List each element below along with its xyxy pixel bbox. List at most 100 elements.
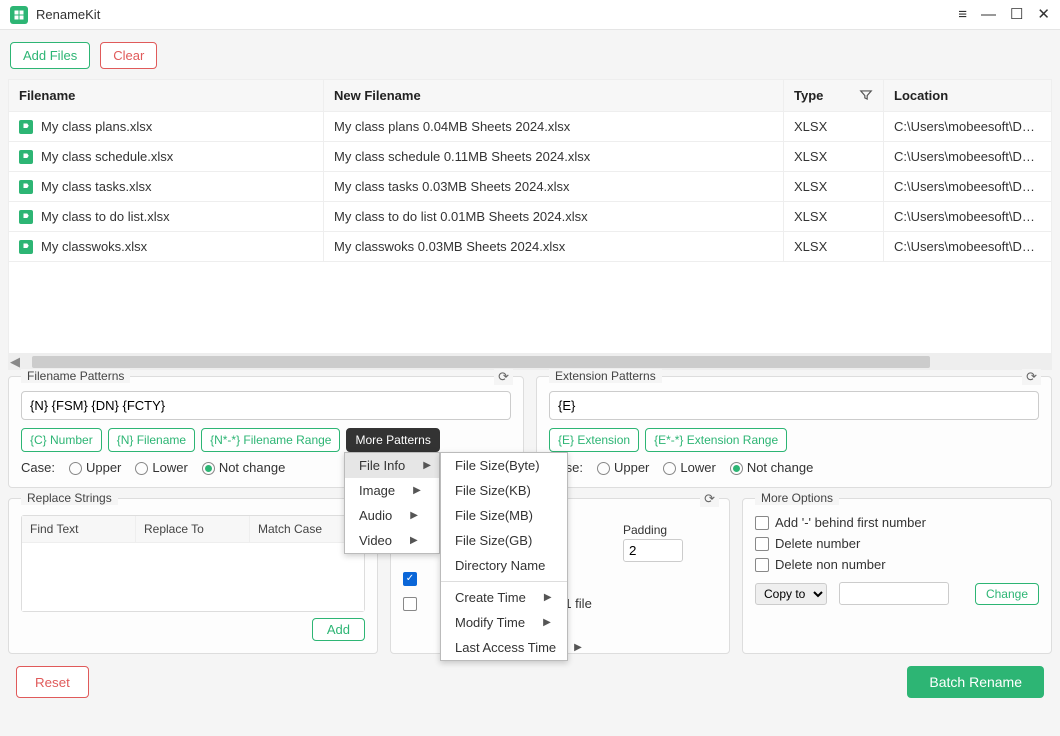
ext-case-lower[interactable]: Lower bbox=[663, 460, 715, 475]
chip-filename-range[interactable]: {N*-*} Filename Range bbox=[201, 428, 340, 452]
more-options-panel: More Options Add '-' behind first number… bbox=[742, 498, 1052, 654]
menu-icon[interactable]: ≡ bbox=[958, 7, 967, 22]
padding-input[interactable] bbox=[623, 539, 683, 562]
minimize-icon[interactable]: — bbox=[981, 7, 996, 22]
copy-to-select[interactable]: Copy to bbox=[755, 583, 827, 605]
filename-pattern-input[interactable] bbox=[21, 391, 511, 420]
menu-file-size-gb[interactable]: File Size(GB) bbox=[441, 528, 567, 553]
cell-filename: My class schedule.xlsx bbox=[41, 149, 173, 164]
chip-c-number[interactable]: {C} Number bbox=[21, 428, 102, 452]
copy-to-path-input[interactable] bbox=[839, 582, 949, 605]
reset-button[interactable]: Reset bbox=[16, 666, 89, 698]
cell-new-filename: My class plans 0.04MB Sheets 2024.xlsx bbox=[324, 112, 784, 142]
cell-type: XLSX bbox=[784, 202, 884, 232]
app-icon bbox=[10, 6, 28, 24]
col-filename[interactable]: Filename bbox=[9, 80, 324, 112]
chip-e-extension[interactable]: {E} Extension bbox=[549, 428, 639, 452]
add-files-button[interactable]: Add Files bbox=[10, 42, 90, 69]
close-icon[interactable]: ✕ bbox=[1037, 7, 1050, 22]
col-replace-to: Replace To bbox=[136, 516, 250, 542]
menu-modify-time[interactable]: Modify Time▶ bbox=[441, 610, 567, 635]
cell-type: XLSX bbox=[784, 112, 884, 142]
cell-location: C:\Users\mobeesoft\Desktop\ bbox=[884, 172, 1052, 202]
col-location[interactable]: Location bbox=[884, 80, 1052, 112]
checkbox-on[interactable] bbox=[403, 572, 417, 586]
clear-button[interactable]: Clear bbox=[100, 42, 157, 69]
file-table: Filename New Filename Type Location My c… bbox=[8, 79, 1052, 262]
cell-location: C:\Users\mobeesoft\Desktop\ bbox=[884, 202, 1052, 232]
titlebar: RenameKit ≡ — ☐ ✕ bbox=[0, 0, 1060, 30]
table-row[interactable]: My class to do list.xlsxMy class to do l… bbox=[9, 202, 1052, 232]
extension-patterns-panel: Extension Patterns ⟳ {E} Extension {E*-*… bbox=[536, 376, 1052, 488]
menu-directory-name[interactable]: Directory Name bbox=[441, 553, 567, 578]
file-info-submenu: File Size(Byte) File Size(KB) File Size(… bbox=[440, 452, 568, 661]
menu-file-size-mb[interactable]: File Size(MB) bbox=[441, 503, 567, 528]
panel-title: Extension Patterns bbox=[549, 369, 662, 383]
col-find-text: Find Text bbox=[22, 516, 136, 542]
menu-audio[interactable]: Audio▶ bbox=[345, 503, 439, 528]
replace-list[interactable] bbox=[22, 543, 364, 611]
more-patterns-button[interactable]: More Patterns bbox=[346, 428, 439, 452]
ext-case-not-change[interactable]: Not change bbox=[730, 460, 814, 475]
maximize-icon[interactable]: ☐ bbox=[1010, 7, 1023, 22]
panel-title: Replace Strings bbox=[21, 491, 118, 505]
hscrollbar[interactable]: ◀ bbox=[8, 354, 1052, 370]
xlsx-icon bbox=[19, 180, 33, 194]
app-title: RenameKit bbox=[36, 7, 100, 22]
checkbox[interactable] bbox=[403, 597, 417, 611]
more-patterns-menu: File Info▶ Image▶ Audio▶ Video▶ bbox=[344, 452, 440, 554]
batch-rename-button[interactable]: Batch Rename bbox=[907, 666, 1044, 698]
case-lower[interactable]: Lower bbox=[135, 460, 187, 475]
refresh-icon[interactable]: ⟳ bbox=[1022, 369, 1041, 385]
case-label: Case: bbox=[21, 460, 55, 475]
xlsx-icon bbox=[19, 240, 33, 254]
change-button[interactable]: Change bbox=[975, 583, 1039, 605]
panel-title: More Options bbox=[755, 491, 839, 505]
cell-new-filename: My class schedule 0.11MB Sheets 2024.xls… bbox=[324, 142, 784, 172]
opt-add-dash-label: Add '-' behind first number bbox=[775, 515, 926, 530]
table-row[interactable]: My classwoks.xlsxMy classwoks 0.03MB She… bbox=[9, 232, 1052, 262]
cell-location: C:\Users\mobeesoft\Desktop\ bbox=[884, 142, 1052, 172]
chip-extension-range[interactable]: {E*-*} Extension Range bbox=[645, 428, 787, 452]
case-not-change[interactable]: Not change bbox=[202, 460, 286, 475]
menu-video[interactable]: Video▶ bbox=[345, 528, 439, 553]
menu-image[interactable]: Image▶ bbox=[345, 478, 439, 503]
filter-icon[interactable] bbox=[859, 88, 873, 102]
menu-file-size-kb[interactable]: File Size(KB) bbox=[441, 478, 567, 503]
cell-new-filename: My class to do list 0.01MB Sheets 2024.x… bbox=[324, 202, 784, 232]
opt-delete-non-number-checkbox[interactable] bbox=[755, 558, 769, 572]
cell-filename: My classwoks.xlsx bbox=[41, 239, 147, 254]
chip-n-filename[interactable]: {N} Filename bbox=[108, 428, 195, 452]
col-new-filename[interactable]: New Filename bbox=[324, 80, 784, 112]
case-upper[interactable]: Upper bbox=[69, 460, 121, 475]
menu-last-access-time[interactable]: Last Access Time▶ bbox=[441, 635, 567, 660]
opt-delete-number-label: Delete number bbox=[775, 536, 860, 551]
col-type-label: Type bbox=[794, 88, 823, 103]
cell-type: XLSX bbox=[784, 142, 884, 172]
toolbar: Add Files Clear bbox=[0, 30, 1060, 79]
panel-title: Filename Patterns bbox=[21, 369, 130, 383]
extension-pattern-input[interactable] bbox=[549, 391, 1039, 420]
padding-label: Padding bbox=[623, 523, 717, 537]
table-row[interactable]: My class tasks.xlsxMy class tasks 0.03MB… bbox=[9, 172, 1052, 202]
menu-file-info[interactable]: File Info▶ bbox=[345, 453, 439, 478]
replace-strings-panel: Replace Strings Find Text Replace To Mat… bbox=[8, 498, 378, 654]
refresh-icon[interactable]: ⟳ bbox=[700, 491, 719, 507]
cell-filename: My class plans.xlsx bbox=[41, 119, 152, 134]
xlsx-icon bbox=[19, 120, 33, 134]
opt-add-dash-checkbox[interactable] bbox=[755, 516, 769, 530]
col-type[interactable]: Type bbox=[784, 80, 884, 112]
ext-case-upper[interactable]: Upper bbox=[597, 460, 649, 475]
table-row[interactable]: My class schedule.xlsx My class schedule … bbox=[9, 142, 1052, 172]
cell-location: C:\Users\mobeesoft\Desktop\ bbox=[884, 112, 1052, 142]
cell-location: C:\Users\mobeesoft\Desktop\ bbox=[884, 232, 1052, 262]
refresh-icon[interactable]: ⟳ bbox=[494, 369, 513, 385]
add-replace-button[interactable]: Add bbox=[312, 618, 365, 641]
xlsx-icon bbox=[19, 150, 33, 164]
table-row[interactable]: My class plans.xlsx My class plans 0.04MB… bbox=[9, 112, 1052, 142]
cell-new-filename: My class tasks 0.03MB Sheets 2024.xlsx bbox=[324, 172, 784, 202]
menu-file-size-byte[interactable]: File Size(Byte) bbox=[441, 453, 567, 478]
opt-delete-number-checkbox[interactable] bbox=[755, 537, 769, 551]
menu-create-time[interactable]: Create Time▶ bbox=[441, 585, 567, 610]
cell-type: XLSX bbox=[784, 232, 884, 262]
